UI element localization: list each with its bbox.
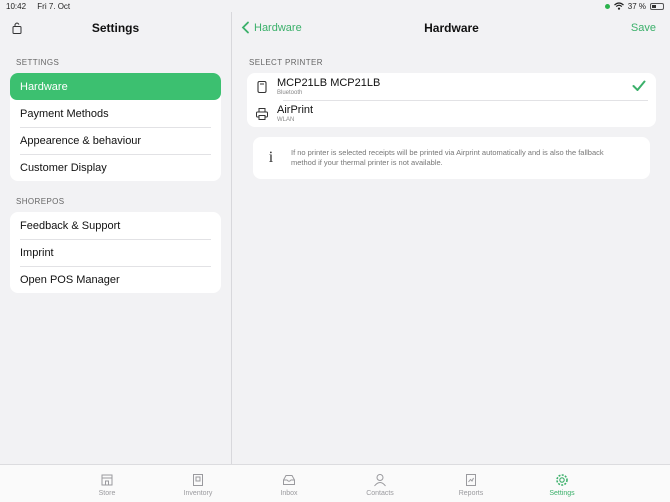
- info-text-line1: If no printer is selected receipts will …: [291, 148, 604, 157]
- sidebar-item-imprint[interactable]: Imprint: [10, 239, 221, 266]
- tab-label: Store: [98, 490, 116, 497]
- printer-type: WLAN: [277, 116, 295, 123]
- reports-icon: [466, 474, 476, 486]
- section-label-shorepos: SHOREPOS: [16, 197, 65, 206]
- status-time: 10:42: [6, 1, 27, 11]
- tab-bar: Store Inventory Inbox Contacts Reports S…: [0, 464, 670, 502]
- contacts-icon: [374, 474, 386, 487]
- detail-nav-bar: Hardware Hardware Save: [233, 12, 670, 44]
- sidebar-item-customer-display[interactable]: Customer Display: [10, 154, 221, 181]
- store-icon: [101, 474, 113, 486]
- info-icon: i: [268, 149, 274, 166]
- tab-label: Reports: [458, 490, 484, 497]
- settings-sidebar: Settings SETTINGS Hardware Payment Metho…: [0, 12, 232, 464]
- sidebar-item-label: Payment Methods: [20, 107, 109, 120]
- wifi-icon: [613, 2, 624, 10]
- battery-percent: 37 %: [627, 1, 646, 11]
- tab-settings[interactable]: Settings: [532, 473, 592, 497]
- sidebar-item-open-pos-manager[interactable]: Open POS Manager: [10, 266, 221, 293]
- sidebar-item-payment-methods[interactable]: Payment Methods: [10, 100, 221, 127]
- battery-icon: [650, 2, 664, 10]
- select-printer-label: SELECT PRINTER: [249, 58, 323, 67]
- printer-name: AirPrint: [277, 103, 314, 116]
- hardware-detail: Hardware Hardware Save SELECT PRINTER MC…: [233, 12, 670, 464]
- sidebar-item-label: Feedback & Support: [20, 219, 121, 232]
- tab-inbox[interactable]: Inbox: [259, 473, 319, 497]
- sidebar-item-label: Customer Display: [20, 161, 107, 174]
- printer-icon: [256, 107, 268, 120]
- tab-store[interactable]: Store: [77, 473, 137, 497]
- settings-icon: [556, 474, 568, 486]
- shorepos-menu-card: Feedback & Support Imprint Open POS Mana…: [10, 212, 221, 293]
- sidebar-item-label: Hardware: [20, 80, 68, 93]
- tab-label: Contacts: [366, 490, 394, 497]
- printer-info-card: i If no printer is selected receipts wil…: [253, 137, 650, 179]
- printer-list: MCP21LB MCP21LB Bluetooth AirPrint WLAN: [247, 73, 656, 127]
- sidebar-item-label: Open POS Manager: [20, 273, 120, 286]
- status-bar: 10:42 Fri 7. Oct 37 %: [0, 0, 670, 12]
- status-date: Fri 7. Oct: [37, 1, 71, 11]
- printer-type: Bluetooth: [277, 89, 303, 96]
- tab-label: Settings: [549, 490, 575, 497]
- sidebar-item-label: Imprint: [20, 246, 54, 259]
- sidebar-item-hardware[interactable]: Hardware: [10, 73, 221, 100]
- sidebar-item-appearance[interactable]: Appearence & behaviour: [10, 127, 221, 154]
- section-label-settings: SETTINGS: [16, 58, 60, 67]
- camera-indicator-icon: [604, 3, 610, 9]
- inbox-icon: [283, 475, 295, 485]
- tab-reports[interactable]: Reports: [441, 473, 501, 497]
- checkmark-icon: [632, 80, 646, 91]
- save-button[interactable]: Save: [631, 22, 656, 34]
- detail-title: Hardware: [424, 21, 479, 35]
- inventory-icon: [193, 474, 203, 486]
- sidebar-item-feedback[interactable]: Feedback & Support: [10, 212, 221, 239]
- tab-label: Inventory: [183, 490, 213, 497]
- device-icon: [257, 80, 267, 93]
- tab-contacts[interactable]: Contacts: [350, 473, 410, 497]
- printer-row-mcp21lb[interactable]: MCP21LB MCP21LB Bluetooth: [247, 73, 656, 100]
- tab-inventory[interactable]: Inventory: [168, 473, 228, 497]
- sidebar-item-label: Appearence & behaviour: [20, 134, 142, 147]
- sidebar-nav-bar: Settings: [0, 12, 231, 44]
- printer-row-airprint[interactable]: AirPrint WLAN: [247, 100, 656, 127]
- info-text-line2: method if your thermal printer is not av…: [291, 158, 443, 167]
- printer-name: MCP21LB MCP21LB: [277, 76, 381, 89]
- settings-menu-card: Hardware Payment Methods Appearence & be…: [10, 73, 221, 181]
- tab-label: Inbox: [280, 490, 298, 497]
- sidebar-title: Settings: [91, 21, 140, 35]
